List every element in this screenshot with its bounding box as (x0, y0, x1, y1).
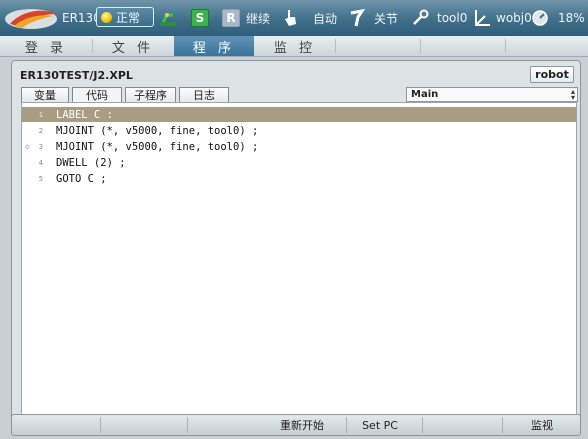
line-number: 2 (38, 126, 43, 135)
coordinate-axes-icon[interactable] (473, 8, 491, 28)
wrench-icon[interactable] (411, 9, 429, 27)
wobj-label[interactable]: wobj0 (496, 0, 532, 36)
line-number: 3 (38, 142, 43, 151)
code-line[interactable]: 2 MJOINT (*, v5000, fine, tool0) ; (22, 123, 576, 138)
menu-divider (420, 39, 421, 53)
menu-divider (335, 39, 336, 53)
speed-gauge-icon[interactable] (531, 9, 549, 27)
tab-file[interactable]: 文 件 (93, 36, 173, 56)
routine-select[interactable]: Main ▴ ▾ (406, 87, 578, 102)
menu-divider (505, 39, 506, 53)
robot-arm-icon[interactable] (158, 9, 178, 27)
bottom-toolbar: 重新开始 Set PC 监视 (11, 414, 581, 436)
tool-label[interactable]: tool0 (437, 0, 467, 36)
restart-button[interactable]: 重新开始 (258, 415, 346, 435)
brand-logo-icon (5, 9, 57, 29)
line-number: 5 (38, 174, 43, 183)
controller-label: ER130 (62, 11, 101, 25)
status-text: 正常 (116, 10, 141, 25)
code-text: LABEL C : (56, 108, 113, 121)
s-button[interactable]: S (191, 9, 209, 27)
joint-label[interactable]: 关节 (374, 0, 398, 36)
subtab-code[interactable]: 代码 (72, 87, 122, 102)
line-number: 4 (38, 158, 43, 167)
routine-select-value: Main (411, 89, 439, 100)
toolbar-divider (422, 417, 423, 433)
tab-program[interactable]: 程 序 (174, 36, 254, 56)
mode-label[interactable]: 自动 (313, 0, 337, 36)
monitor-button[interactable]: 监视 (503, 415, 581, 435)
top-status-bar: ER130 正常 S R 继续 自动 关节 tool0 wobj0 18% (0, 0, 588, 36)
code-line[interactable]: 1 LABEL C : (22, 107, 576, 122)
code-line[interactable]: 5 GOTO C ; (22, 171, 576, 186)
toolbar-divider (100, 417, 101, 433)
file-path: ER130TEST/J2.XPL (20, 69, 133, 82)
code-text: MJOINT (*, v5000, fine, tool0) ; (56, 124, 259, 137)
code-text: MJOINT (*, v5000, fine, tool0) ; (56, 140, 259, 153)
robot-button[interactable]: robot (530, 66, 574, 83)
continue-label[interactable]: 继续 (246, 0, 270, 36)
menu-bar: 登 录 文 件 程 序 监 控 (0, 36, 588, 57)
code-editor[interactable]: 1 LABEL C : 2 MJOINT (*, v5000, fine, to… (21, 102, 577, 415)
hand-icon[interactable] (283, 8, 299, 28)
program-pointer-icon: ◇ (25, 142, 30, 151)
line-number: 1 (38, 110, 43, 119)
program-panel: ER130TEST/J2.XPL robot 变量 代码 子程序 日志 Main… (11, 60, 581, 422)
status-dot-icon (101, 11, 112, 23)
code-line[interactable]: ◇ 3 MJOINT (*, v5000, fine, tool0) ; (22, 139, 576, 154)
subtab-log[interactable]: 日志 (179, 87, 229, 102)
code-text: DWELL (2) ; (56, 156, 126, 169)
joint-icon[interactable] (348, 8, 366, 28)
tab-login[interactable]: 登 录 (0, 36, 92, 56)
code-line[interactable]: 4 DWELL (2) ; (22, 155, 576, 170)
status-indicator[interactable]: 正常 (96, 7, 154, 27)
subtab-variables[interactable]: 变量 (21, 87, 69, 102)
subtab-subroutines[interactable]: 子程序 (125, 87, 176, 102)
select-arrows-icon: ▴ ▾ (570, 87, 575, 102)
r-button[interactable]: R (222, 9, 240, 27)
tab-monitor[interactable]: 监 控 (255, 36, 335, 56)
toolbar-divider (187, 417, 188, 433)
code-text: GOTO C ; (56, 172, 107, 185)
set-pc-button[interactable]: Set PC (347, 415, 413, 435)
speed-label[interactable]: 18% (558, 0, 585, 36)
